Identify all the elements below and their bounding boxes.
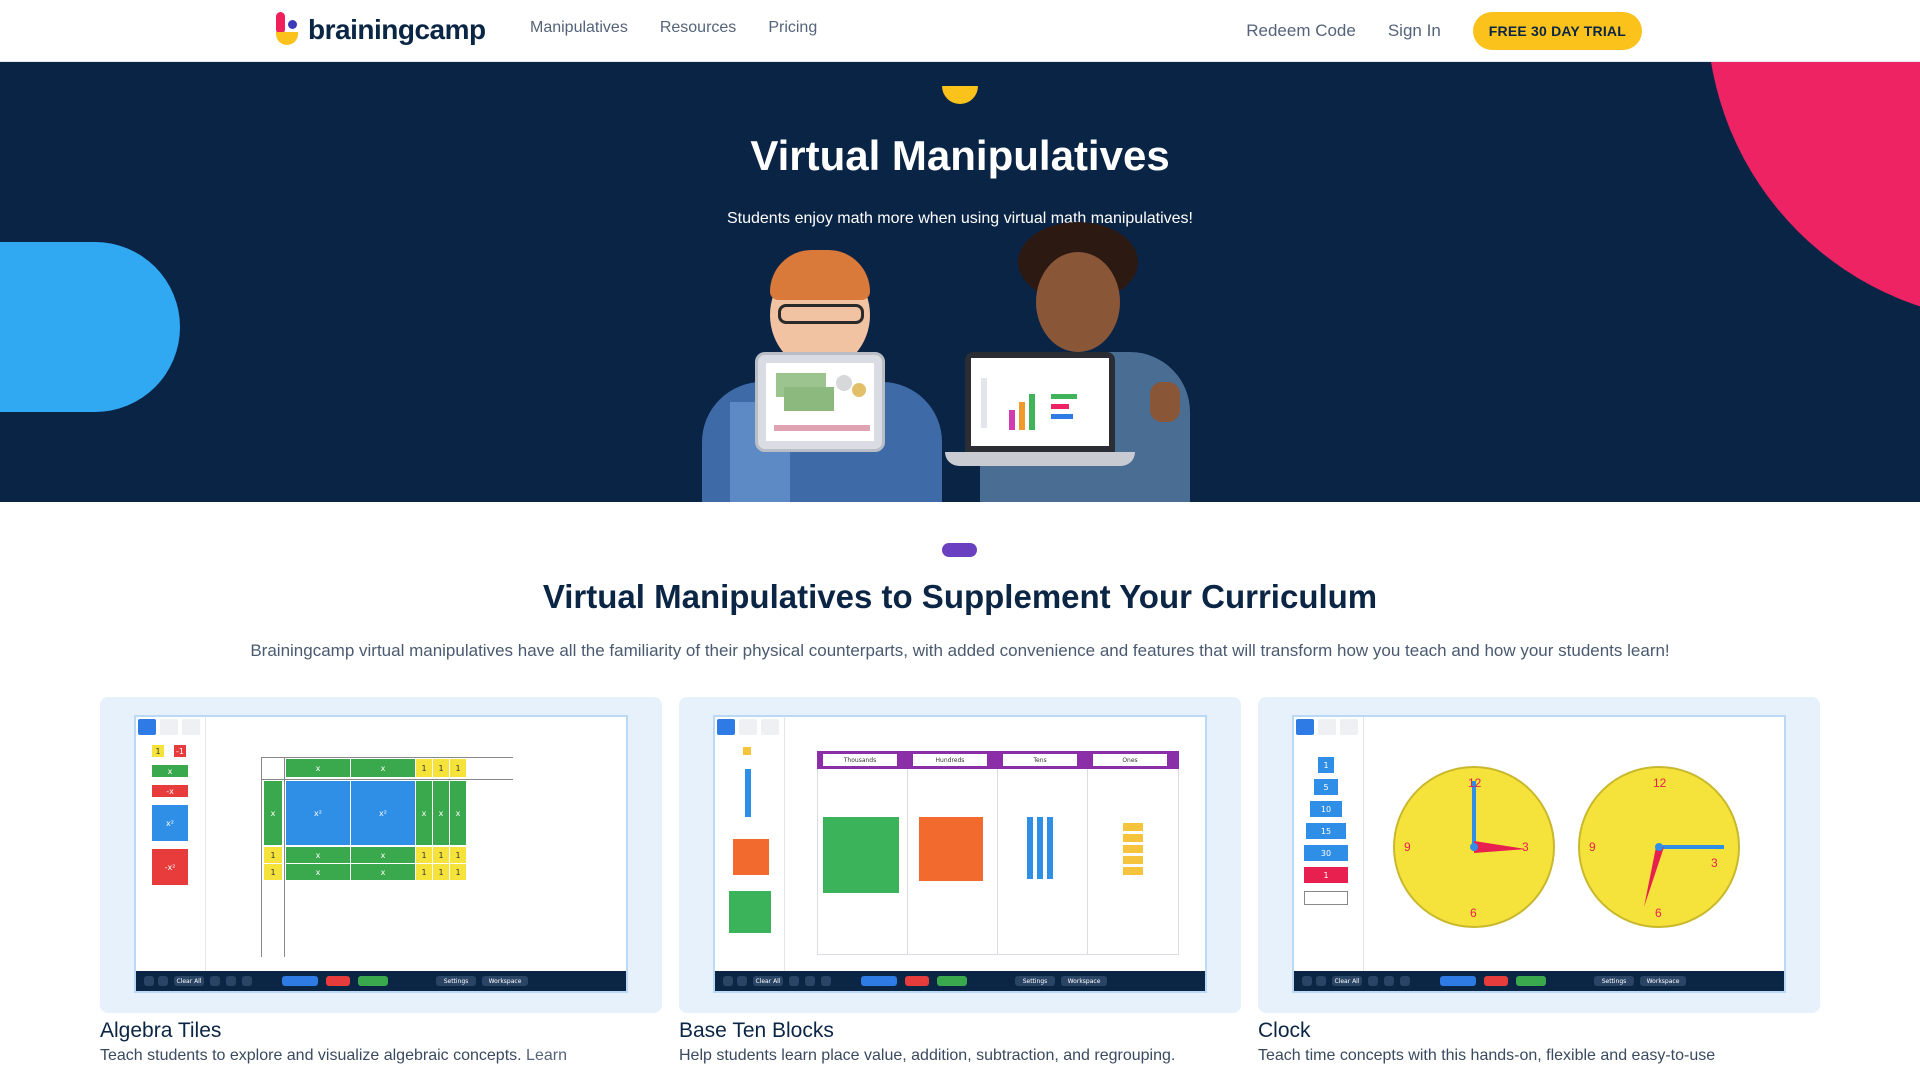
free-trial-button[interactable]: FREE 30 DAY TRIAL (1472, 12, 1642, 50)
tablet-image (755, 352, 885, 452)
svg-text:3: 3 (1522, 840, 1529, 854)
nav-link-pricing[interactable]: Pricing (768, 19, 817, 37)
app-screenshot: 1 -1 x -x x² -x² x x 1 1 1 x x² x² x x x… (134, 715, 628, 993)
clock-palette: 1 5 10 15 30 1 (1294, 717, 1364, 975)
yellow-semicircle-decoration (942, 86, 978, 104)
card-title: Algebra Tiles (100, 1019, 222, 1042)
tile-neg-x-squared: -x² (152, 849, 188, 885)
card-clock[interactable]: 1 5 10 15 30 1 12 3 6 9 12 3 6 9 Clear A… (1258, 697, 1820, 1065)
svg-text:9: 9 (1589, 840, 1596, 854)
tile-neg-x: -x (152, 785, 188, 797)
nav-links: Manipulatives Resources Pricing (530, 19, 817, 37)
clock-face-left: 12 3 6 9 (1393, 766, 1555, 928)
logo-icon (274, 12, 300, 48)
card-base-ten-blocks[interactable]: Thousands Hundreds Tens Ones Clear All S… (679, 697, 1241, 1065)
tile-x-squared: x² (152, 805, 188, 841)
card-preview: Thousands Hundreds Tens Ones Clear All S… (679, 697, 1241, 1013)
card-description: Help students learn place value, additio… (679, 1047, 1176, 1064)
sign-in-link[interactable]: Sign In (1388, 21, 1441, 41)
tile-x: x (152, 765, 188, 777)
tile-one: 1 (152, 745, 164, 757)
card-preview: 1 5 10 15 30 1 12 3 6 9 12 3 6 9 Clear A… (1258, 697, 1820, 1013)
redeem-code-link[interactable]: Redeem Code (1246, 21, 1356, 41)
tile-neg-one: -1 (174, 745, 186, 757)
section-title: Virtual Manipulatives to Supplement Your… (542, 578, 1378, 615)
svg-text:3: 3 (1711, 856, 1718, 870)
card-algebra-tiles[interactable]: 1 -1 x -x x² -x² x x 1 1 1 x x² x² x x x… (100, 697, 662, 1065)
card-description: Teach students to explore and visualize … (100, 1047, 567, 1064)
brand-name: brainingcamp (308, 14, 486, 45)
svg-text:6: 6 (1655, 906, 1662, 920)
block-palette (715, 717, 785, 975)
pink-circle-decoration (1707, 62, 1920, 322)
hero-subtitle: Students enjoy math more when using virt… (726, 210, 1193, 227)
section-subtitle: Brainingcamp virtual manipulatives have … (250, 641, 1670, 660)
brand-logo[interactable]: brainingcamp (274, 12, 486, 48)
learn-more-link[interactable]: Learn (526, 1047, 567, 1064)
app-screenshot: 1 5 10 15 30 1 12 3 6 9 12 3 6 9 Clear A… (1292, 715, 1786, 993)
clock-faces: 12 3 6 9 12 3 6 9 (1393, 766, 1740, 928)
app-toolbar: Clear All Settings Workspace (136, 971, 626, 991)
card-description: Teach time concepts with this hands-on, … (1258, 1047, 1716, 1064)
blue-shape-decoration (0, 242, 180, 412)
top-nav: brainingcamp Manipulatives Resources Pri… (0, 0, 1920, 62)
svg-text:6: 6 (1470, 906, 1477, 920)
nav-actions: Redeem Code Sign In FREE 30 DAY TRIAL (1246, 12, 1642, 50)
app-toolbar: Clear All Settings Workspace (715, 971, 1205, 991)
svg-text:9: 9 (1404, 840, 1411, 854)
tile-palette: 1 -1 x -x x² -x² (136, 717, 206, 975)
app-screenshot: Thousands Hundreds Tens Ones Clear All S… (713, 715, 1207, 993)
nav-link-manipulatives[interactable]: Manipulatives (530, 19, 628, 37)
section-pill-decoration (942, 543, 977, 557)
card-title: Clock (1258, 1019, 1311, 1042)
hero-banner: Virtual Manipulatives Students enjoy mat… (0, 62, 1920, 502)
hero-illustration (690, 222, 1230, 502)
svg-text:12: 12 (1653, 776, 1667, 790)
clock-face-right: 12 3 6 9 (1578, 766, 1740, 928)
nav-link-resources[interactable]: Resources (660, 19, 736, 37)
svg-text:12: 12 (1468, 776, 1482, 790)
card-preview: 1 -1 x -x x² -x² x x 1 1 1 x x² x² x x x… (100, 697, 662, 1013)
laptop-image (965, 352, 1115, 452)
hero-title: Virtual Manipulatives (750, 132, 1170, 179)
app-toolbar: Clear All Settings Workspace (1294, 971, 1784, 991)
card-title: Base Ten Blocks (679, 1019, 834, 1042)
